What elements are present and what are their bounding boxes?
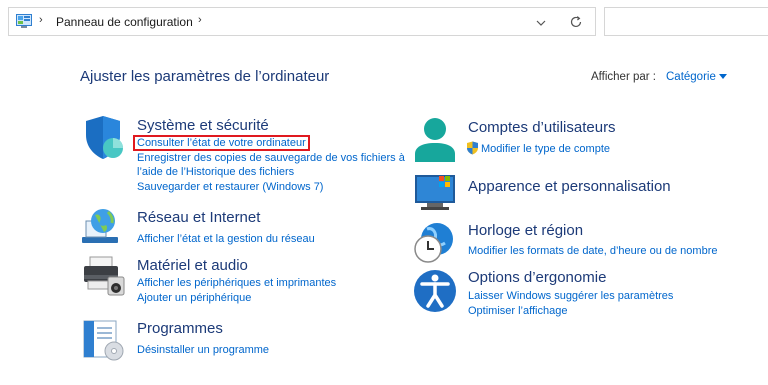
search-input[interactable] xyxy=(604,7,768,36)
category-title[interactable]: Système et sécurité xyxy=(137,117,269,134)
link-file-history-backup-cont[interactable]: l’aide de l’Historique des fichiers xyxy=(137,166,294,178)
category-title[interactable]: Comptes d’utilisateurs xyxy=(468,119,616,136)
view-by-label: Afficher par : xyxy=(591,71,656,83)
breadcrumb-separator[interactable]: › xyxy=(198,14,202,26)
link-backup-restore[interactable]: Sauvegarder et restaurer (Windows 7) xyxy=(137,181,323,193)
link-network-status[interactable]: Afficher l’état et la gestion du réseau xyxy=(137,233,315,245)
clock-globe-icon xyxy=(414,223,453,263)
breadcrumb-separator[interactable]: › xyxy=(39,14,43,26)
shield-icon xyxy=(86,116,123,159)
caret-down-icon[interactable] xyxy=(719,74,727,80)
address-bar[interactable]: › Panneau de configuration › xyxy=(8,7,596,36)
category-title[interactable]: Matériel et audio xyxy=(137,257,248,274)
link-change-account-type[interactable]: Modifier le type de compte xyxy=(481,143,610,155)
chevron-down-icon[interactable] xyxy=(535,17,547,29)
link-optimize-display[interactable]: Optimiser l’affichage xyxy=(468,305,567,317)
appearance-monitor-icon xyxy=(415,175,455,210)
page-title: Ajuster les paramètres de l’ordinateur xyxy=(80,68,330,85)
programs-icon xyxy=(83,320,124,361)
refresh-icon[interactable] xyxy=(569,15,583,29)
link-file-history-backup[interactable]: Enregistrer des copies de sauvegarde de … xyxy=(137,152,405,164)
breadcrumb-control-panel[interactable]: Panneau de configuration xyxy=(56,15,193,29)
category-title[interactable]: Apparence et personnalisation xyxy=(468,178,671,195)
category-title[interactable]: Options d’ergonomie xyxy=(468,269,606,286)
accessibility-icon xyxy=(414,270,456,312)
view-by-dropdown[interactable]: Catégorie xyxy=(666,71,716,83)
link-devices-printers[interactable]: Afficher les périphériques et imprimante… xyxy=(137,277,336,289)
printer-icon xyxy=(84,256,125,296)
category-title[interactable]: Horloge et région xyxy=(468,222,583,239)
control-panel-icon xyxy=(16,14,32,28)
uac-shield-icon xyxy=(467,141,478,155)
link-windows-suggest-settings[interactable]: Laisser Windows suggérer les paramètres xyxy=(468,290,673,302)
link-add-device[interactable]: Ajouter un périphérique xyxy=(137,292,251,304)
link-change-formats[interactable]: Modifier les formats de date, d’heure ou… xyxy=(468,245,717,257)
link-check-computer-status[interactable]: Consulter l’état de votre ordinateur xyxy=(133,135,310,151)
category-title[interactable]: Programmes xyxy=(137,320,223,337)
category-title[interactable]: Réseau et Internet xyxy=(137,209,260,226)
user-icon xyxy=(415,118,455,162)
network-globe-icon xyxy=(82,209,118,243)
link-uninstall-program[interactable]: Désinstaller un programme xyxy=(137,344,269,356)
